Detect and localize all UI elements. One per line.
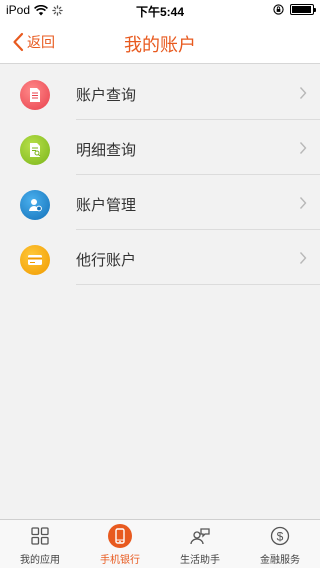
tab-bar: 我的应用 手机银行 生活助手 $ 金融服务	[0, 519, 320, 568]
status-bar: iPod 下午5:44	[0, 0, 320, 20]
menu-item-detail-inquiry[interactable]: 明细查询	[0, 120, 320, 175]
account-inquiry-icon	[20, 80, 50, 110]
battery-level	[292, 6, 311, 13]
chevron-right-icon	[299, 252, 307, 264]
menu-item-label: 账户查询	[76, 86, 137, 104]
chevron-right-icon	[299, 142, 307, 154]
tab-mobile-banking[interactable]: 手机银行	[80, 520, 160, 568]
navigation-bar: 返回 我的账户	[0, 20, 320, 64]
other-bank-account-icon	[20, 245, 50, 275]
tab-life-assistant[interactable]: 生活助手	[160, 520, 240, 568]
svg-text:$: $	[277, 529, 284, 543]
menu-item-account-management[interactable]: 账户管理	[0, 175, 320, 230]
grid-apps-icon	[28, 524, 52, 548]
status-time: 下午5:44	[135, 5, 185, 19]
battery-icon	[290, 4, 316, 15]
tab-label: 手机银行	[100, 555, 140, 566]
page-title: 我的账户	[124, 35, 196, 56]
tab-my-apps[interactable]: 我的应用	[0, 520, 80, 568]
row-divider	[76, 284, 320, 285]
tab-financial-services[interactable]: $ 金融服务	[240, 520, 320, 568]
dollar-coin-icon: $	[268, 524, 292, 548]
status-right	[273, 4, 316, 15]
menu-item-account-inquiry[interactable]: 账户查询	[0, 65, 320, 120]
detail-inquiry-icon	[20, 135, 50, 165]
chevron-right-icon	[299, 197, 307, 209]
menu-item-label: 明细查询	[76, 141, 137, 159]
account-menu-list: 账户查询 明细查询 账户管理 他行账户	[0, 65, 320, 285]
menu-item-label: 账户管理	[76, 196, 137, 214]
menu-item-other-bank-account[interactable]: 他行账户	[0, 230, 320, 285]
chevron-right-icon	[299, 87, 307, 99]
account-management-icon	[20, 190, 50, 220]
life-assistant-icon	[188, 524, 212, 548]
tab-label: 金融服务	[260, 555, 300, 566]
mobile-phone-icon	[108, 524, 132, 548]
tab-label: 生活助手	[180, 555, 220, 566]
rotation-lock-icon	[273, 4, 284, 15]
menu-item-label: 他行账户	[76, 251, 137, 269]
tab-label: 我的应用	[20, 555, 60, 566]
